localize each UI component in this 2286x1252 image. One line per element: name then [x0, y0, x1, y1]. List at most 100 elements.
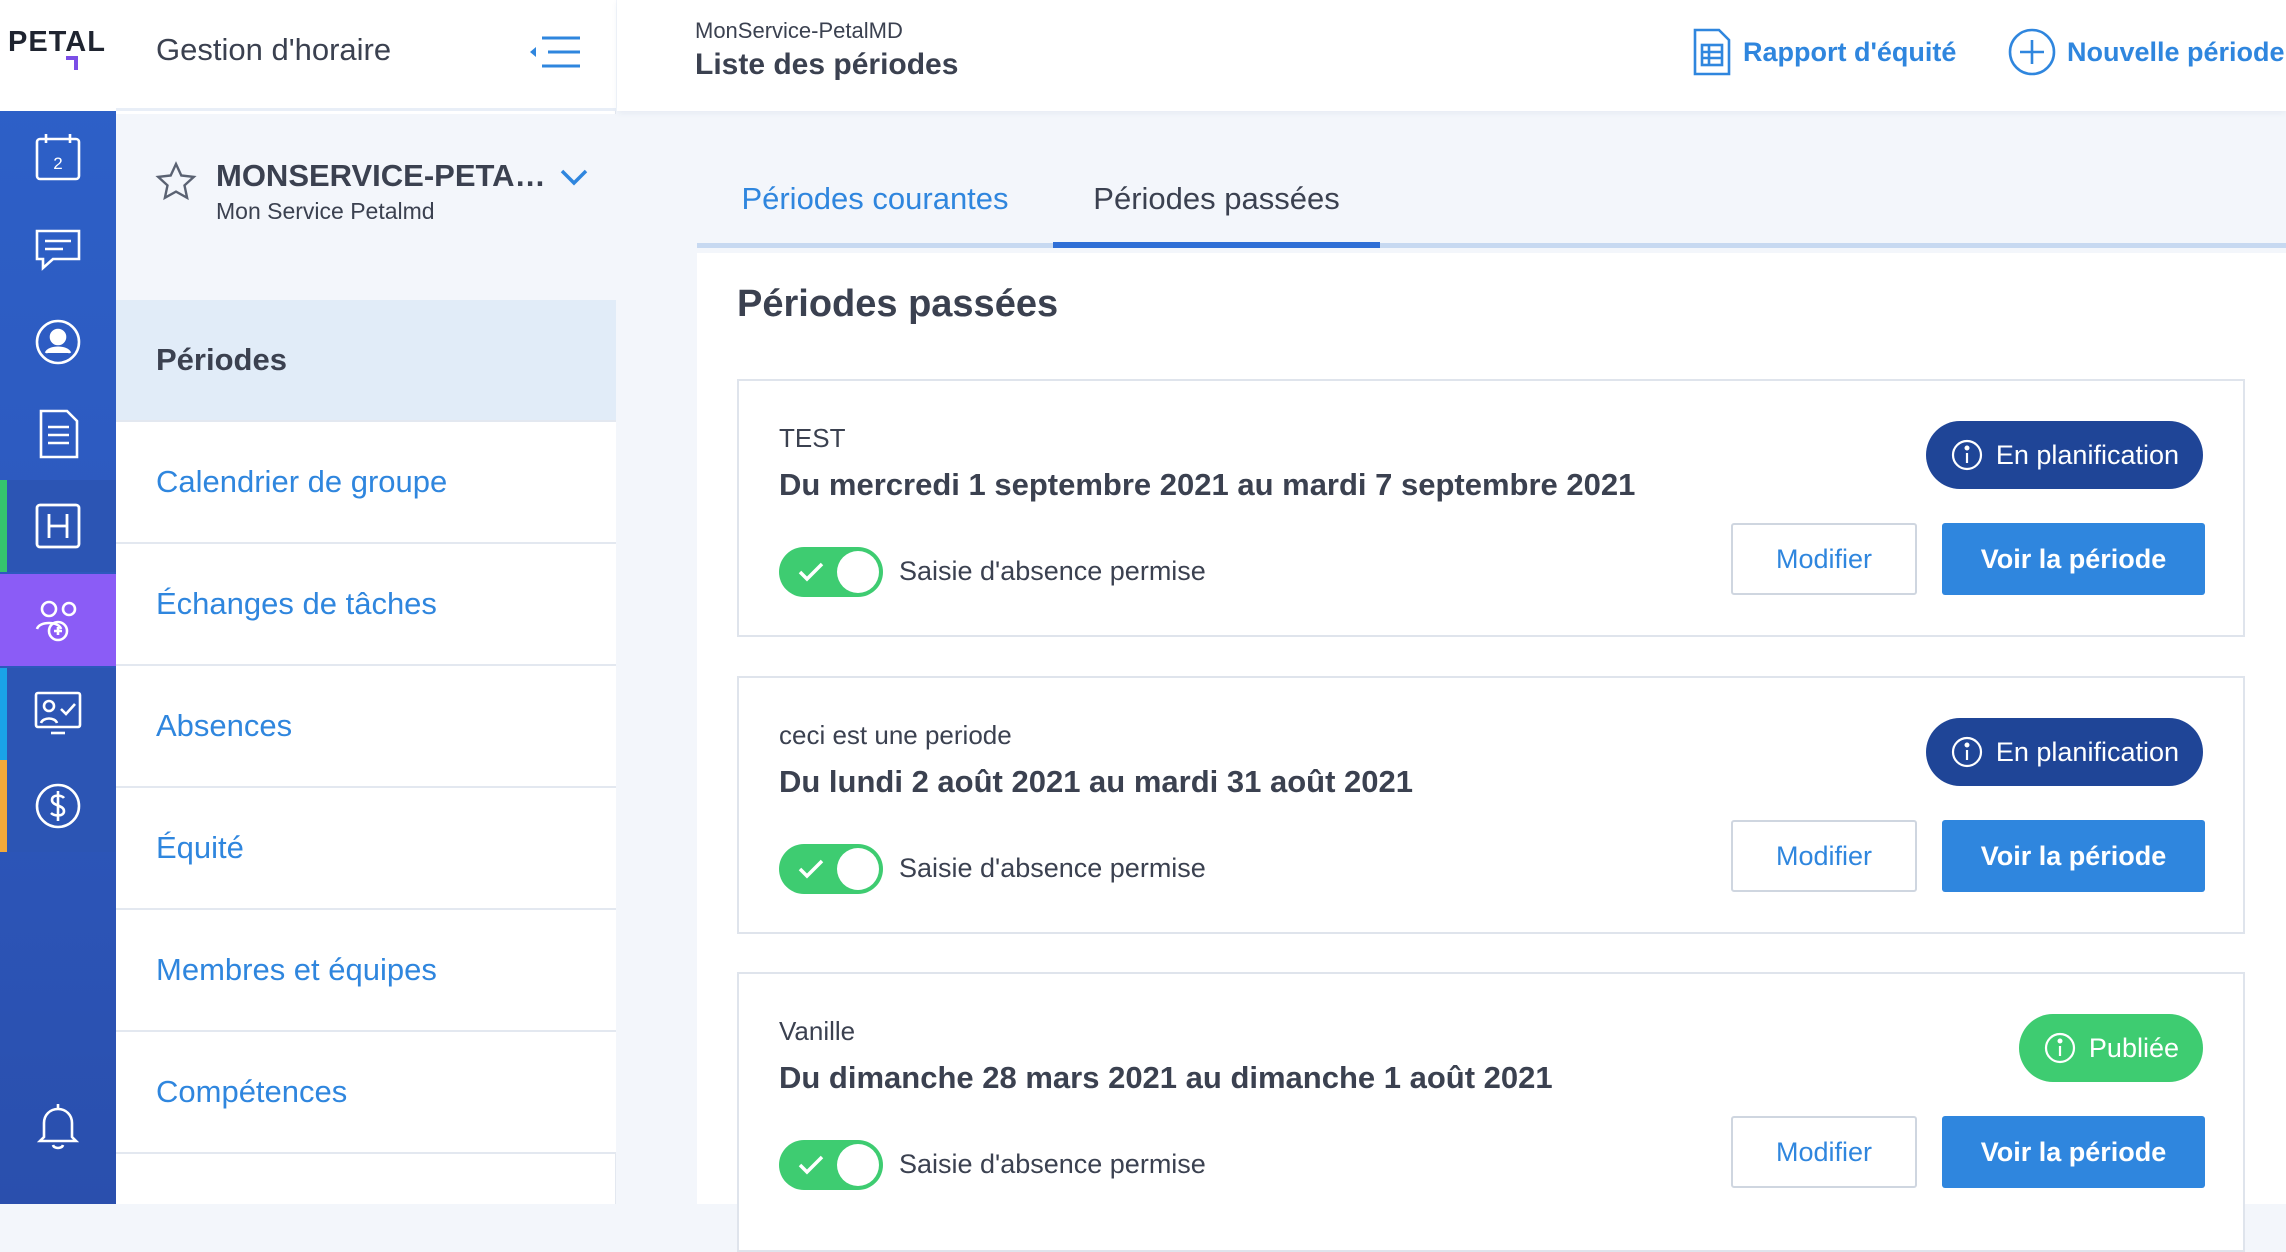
page-title: Liste des périodes [695, 48, 959, 81]
report-icon [1693, 28, 1731, 76]
sidebar-item-equite[interactable]: Équité [116, 788, 616, 910]
tab-label: Périodes courantes [741, 181, 1009, 216]
h-schedule-icon [35, 503, 81, 549]
rail-schedule-button[interactable] [0, 480, 116, 572]
status-badge: Publiée [2018, 1014, 2203, 1082]
info-icon [1951, 439, 1982, 471]
period-dates: Du mercredi 1 septembre 2021 au mardi 7 … [779, 467, 1636, 502]
period-dates: Du lundi 2 août 2021 au mardi 31 août 20… [779, 764, 1413, 799]
toggle-label: Saisie d'absence permise [899, 853, 1206, 883]
toggle-label: Saisie d'absence permise [899, 556, 1206, 586]
sidebar-header: Gestion d'horaire [116, 0, 616, 111]
edit-label: Modifier [1775, 543, 1873, 574]
rail-accent-blue [0, 668, 7, 760]
calendar-badge: 2 [53, 154, 62, 173]
edit-label: Modifier [1775, 840, 1873, 871]
info-icon [2044, 1032, 2076, 1064]
rail-profile-button[interactable] [0, 296, 116, 388]
sidebar-item-absences[interactable]: Absences [116, 666, 616, 788]
equity-report-label: Rapport d'équité [1743, 36, 1957, 67]
presentation-icon [34, 691, 82, 735]
check-icon [798, 859, 824, 879]
new-period-button[interactable]: Nouvelle période [2007, 24, 2285, 80]
edit-button[interactable]: Modifier [1731, 820, 1917, 892]
breadcrumb[interactable]: MonService-PetalMD [695, 18, 903, 44]
group-icon [35, 600, 77, 642]
logo-text: PETAL [8, 26, 106, 58]
period-name: ceci est une periode [779, 720, 1012, 750]
sidebar-item-calendrier[interactable]: Calendrier de groupe [116, 422, 616, 544]
sidebar-item-periodes[interactable]: Périodes [116, 300, 616, 422]
tab-current-periods[interactable]: Périodes courantes [697, 150, 1053, 248]
service-name: MONSERVICE-PETAL... [216, 158, 546, 193]
document-icon [39, 409, 79, 459]
check-icon [798, 1155, 824, 1175]
period-name: TEST [779, 423, 846, 453]
rail-finance-button[interactable] [0, 760, 116, 852]
tab-label: Périodes passées [1093, 181, 1340, 216]
rail-calendar-button[interactable]: 2 [0, 112, 116, 204]
service-selector[interactable]: MONSERVICE-PETAL... Mon Service Petalmd [116, 114, 616, 300]
view-period-button[interactable]: Voir la période [1942, 820, 2205, 892]
toggle-knob [837, 1144, 879, 1186]
bell-icon [36, 1104, 80, 1150]
icon-rail: PETAL 2 [0, 0, 116, 1204]
periods-panel: Périodes passées TEST Du mercredi 1 sept… [697, 253, 2286, 1252]
edit-button[interactable]: Modifier [1731, 1116, 1917, 1188]
section-title: Périodes passées [737, 283, 1059, 325]
status-label: Publiée [2088, 1032, 2179, 1063]
rail-messages-button[interactable] [0, 204, 116, 296]
check-icon [798, 562, 824, 582]
absence-toggle[interactable] [779, 1140, 883, 1190]
sidebar-item-label: Compétences [156, 1074, 348, 1109]
view-label: Voir la période [1980, 840, 2167, 871]
tab-past-periods[interactable]: Périodes passées [1053, 150, 1380, 248]
period-card: Vanille Du dimanche 28 mars 2021 au dima… [737, 972, 2245, 1252]
plus-circle-icon [2008, 28, 2056, 76]
period-card: TEST Du mercredi 1 septembre 2021 au mar… [737, 379, 2245, 637]
view-label: Voir la période [1980, 543, 2167, 574]
edit-button[interactable]: Modifier [1731, 523, 1917, 595]
rail-notifications-button[interactable] [0, 1080, 116, 1172]
view-period-button[interactable]: Voir la période [1942, 523, 2205, 595]
sidebar-item-label: Échanges de tâches [156, 586, 437, 621]
absence-toggle[interactable] [779, 547, 883, 597]
sidebar-item-label: Équité [156, 830, 244, 865]
new-period-label: Nouvelle période [2067, 36, 2285, 67]
absence-toggle[interactable] [779, 844, 883, 894]
sidebar-item-label: Absences [156, 708, 293, 743]
rail-accent-orange [0, 760, 7, 852]
sidebar: Gestion d'horaire MONSERVICE-PETAL... Mo… [116, 0, 616, 1204]
toggle-knob [837, 551, 879, 593]
sidebar-item-membres[interactable]: Membres et équipes [116, 910, 616, 1032]
top-bar: MonService-PetalMD Liste des périodes Ra… [617, 0, 2286, 111]
rail-group-button[interactable] [0, 574, 116, 666]
rail-presentation-button[interactable] [0, 668, 116, 760]
logo[interactable]: PETAL [0, 0, 116, 111]
edit-label: Modifier [1775, 1136, 1873, 1167]
chevron-down-icon[interactable] [556, 162, 592, 192]
active-tab-indicator [1053, 242, 1380, 248]
view-period-button[interactable]: Voir la période [1942, 1116, 2205, 1188]
rail-documents-button[interactable] [0, 388, 116, 480]
status-badge: En planification [1925, 421, 2203, 489]
service-subtitle: Mon Service Petalmd [216, 198, 435, 224]
calendar-icon: 2 [35, 134, 81, 181]
equity-report-button[interactable]: Rapport d'équité [1691, 24, 1956, 80]
user-icon [35, 319, 81, 365]
period-name: Vanille [779, 1016, 856, 1046]
status-label: En planification [1995, 736, 2179, 767]
period-dates: Du dimanche 28 mars 2021 au dimanche 1 a… [779, 1060, 1553, 1095]
collapse-menu-icon[interactable] [524, 30, 584, 74]
toggle-label: Saisie d'absence permise [899, 1149, 1206, 1179]
sidebar-item-label: Membres et équipes [156, 952, 437, 987]
sidebar-item-label: Périodes [156, 342, 287, 377]
chat-icon [35, 229, 81, 271]
status-badge: En planification [1925, 718, 2203, 786]
view-label: Voir la période [1980, 1136, 2167, 1167]
info-icon [1951, 736, 1982, 768]
star-icon[interactable] [154, 160, 198, 204]
period-tabs: Périodes courantes Périodes passées [697, 150, 2286, 248]
sidebar-item-echanges[interactable]: Échanges de tâches [116, 544, 616, 666]
sidebar-item-competences[interactable]: Compétences [116, 1032, 616, 1154]
